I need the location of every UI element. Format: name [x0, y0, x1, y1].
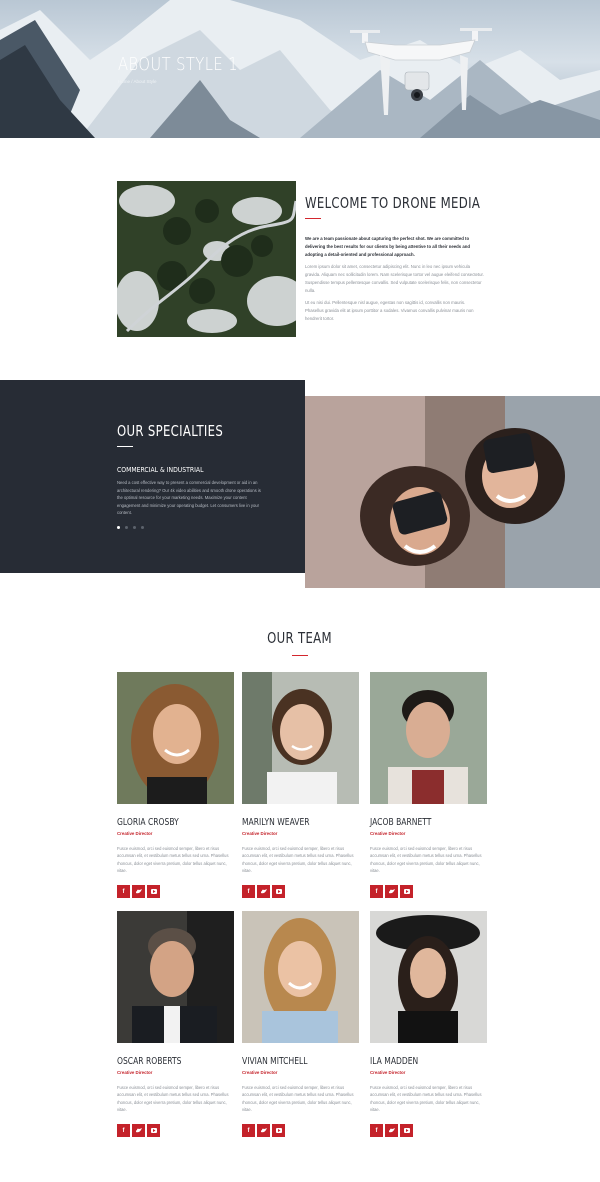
member-bio: Fusce euismod, orci sed euismod semper, …: [117, 1085, 229, 1113]
social-links: f: [370, 1124, 413, 1137]
hero-banner: ABOUT STYLE 1 Home / About Style: [0, 0, 600, 138]
twitter-icon[interactable]: [385, 1124, 398, 1137]
member-role: Creative Director: [370, 831, 406, 836]
slider-dot-3[interactable]: [133, 526, 136, 529]
member-name: GLORIA CROSBY: [117, 817, 179, 828]
team-member-card: JACOB BARNETT Creative Director Fusce eu…: [370, 672, 488, 898]
facebook-icon[interactable]: f: [117, 1124, 130, 1137]
specialty-description: Need a cost effective way to present a c…: [117, 480, 261, 516]
member-role: Creative Director: [117, 1070, 153, 1075]
page-title: ABOUT STYLE 1: [118, 54, 239, 75]
twitter-icon[interactable]: [132, 885, 145, 898]
title-accent-line: [292, 655, 308, 656]
social-links: f: [117, 885, 160, 898]
specialties-title: OUR SPECIALTIES: [117, 422, 224, 440]
twitter-icon[interactable]: [385, 885, 398, 898]
slider-dot-4[interactable]: [141, 526, 144, 529]
twitter-icon[interactable]: [257, 885, 270, 898]
member-bio: Fusce euismod, orci sed euismod semper, …: [242, 846, 354, 874]
member-role: Creative Director: [242, 831, 278, 836]
member-role: Creative Director: [242, 1070, 278, 1075]
slider-dot-1[interactable]: [117, 526, 120, 529]
title-accent-line: [305, 218, 321, 219]
facebook-icon[interactable]: f: [370, 1124, 383, 1137]
facebook-icon[interactable]: f: [242, 1124, 255, 1137]
youtube-icon[interactable]: [272, 1124, 285, 1137]
welcome-lead-text: We are a team passionate about capturing…: [305, 236, 470, 257]
welcome-paragraph-1: Lorem ipsum dolor sit amet, consectetur …: [305, 264, 484, 293]
member-bio: Fusce euismod, orci sed euismod semper, …: [117, 846, 229, 874]
facebook-icon[interactable]: f: [117, 885, 130, 898]
youtube-icon[interactable]: [272, 885, 285, 898]
member-bio: Fusce euismod, orci sed euismod semper, …: [370, 846, 482, 874]
team-member-card: MARILYN WEAVER Creative Director Fusce e…: [242, 672, 360, 898]
specialties-section: [0, 380, 305, 573]
facebook-icon[interactable]: f: [242, 885, 255, 898]
specialty-subtitle: COMMERCIAL & INDUSTRIAL: [117, 465, 204, 474]
social-links: f: [242, 885, 285, 898]
youtube-icon[interactable]: [147, 885, 160, 898]
member-bio: Fusce euismod, orci sed euismod semper, …: [370, 1085, 482, 1113]
team-member-card: ILA MADDEN Creative Director Fusce euism…: [370, 911, 488, 1137]
youtube-icon[interactable]: [147, 1124, 160, 1137]
team-title: OUR TEAM: [0, 629, 600, 647]
twitter-icon[interactable]: [257, 1124, 270, 1137]
member-photo: [370, 911, 487, 1043]
vr-headset-people-image: [305, 396, 600, 588]
member-photo: [370, 672, 487, 804]
member-name: MARILYN WEAVER: [242, 817, 310, 828]
team-member-card: VIVIAN MITCHELL Creative Director Fusce …: [242, 911, 360, 1137]
member-bio: Fusce euismod, orci sed euismod semper, …: [242, 1085, 354, 1113]
social-links: f: [370, 885, 413, 898]
member-name: OSCAR ROBERTS: [117, 1056, 182, 1067]
member-photo: [117, 672, 234, 804]
youtube-icon[interactable]: [400, 885, 413, 898]
team-member-card: OSCAR ROBERTS Creative Director Fusce eu…: [117, 911, 235, 1137]
member-name: JACOB BARNETT: [370, 817, 432, 828]
social-links: f: [117, 1124, 160, 1137]
slider-dots: [117, 526, 144, 529]
social-links: f: [242, 1124, 285, 1137]
twitter-icon[interactable]: [132, 1124, 145, 1137]
youtube-icon[interactable]: [400, 1124, 413, 1137]
team-member-card: GLORIA CROSBY Creative Director Fusce eu…: [117, 672, 235, 898]
title-accent-line: [117, 446, 133, 447]
member-name: ILA MADDEN: [370, 1056, 419, 1067]
breadcrumb[interactable]: Home / About Style: [118, 79, 157, 84]
member-role: Creative Director: [370, 1070, 406, 1075]
member-photo: [242, 911, 359, 1043]
member-name: VIVIAN MITCHELL: [242, 1056, 308, 1067]
aerial-forest-image: [117, 181, 296, 337]
member-photo: [117, 911, 234, 1043]
welcome-paragraph-2: Ut eu nisi dui. Pellentesque nisl augue,…: [305, 300, 474, 321]
slider-dot-2[interactable]: [125, 526, 128, 529]
member-role: Creative Director: [117, 831, 153, 836]
welcome-title: WELCOME TO DRONE MEDIA: [305, 194, 481, 212]
facebook-icon[interactable]: f: [370, 885, 383, 898]
member-photo: [242, 672, 359, 804]
mountain-background-image: [0, 0, 600, 138]
team-title-text: OUR TEAM: [267, 629, 333, 647]
